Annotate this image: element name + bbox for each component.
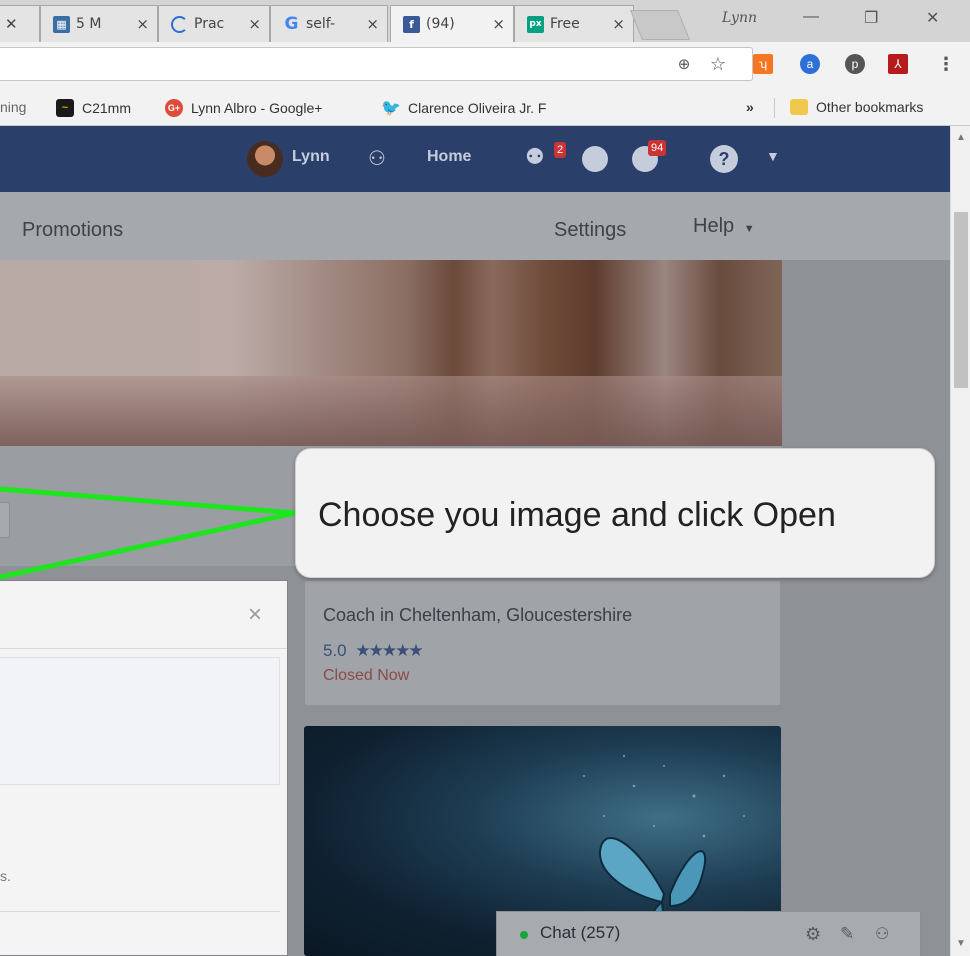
acrobat-icon[interactable]: ⅄ — [888, 54, 908, 74]
page-button-partial[interactable] — [0, 502, 10, 538]
restore-icon[interactable]: ❐ — [864, 8, 878, 28]
scroll-thumb[interactable] — [954, 212, 968, 388]
rating-stars-icon: ★★★★★ — [355, 641, 423, 660]
google-plus-icon: G+ — [165, 99, 183, 117]
page-rating[interactable]: 5.0 ★★★★★ — [323, 641, 424, 661]
facebook-top-bar: Lynn ⚇ Home ⚉ 2 94 ? ▼ — [0, 126, 950, 192]
help-label: Help — [693, 215, 735, 237]
help-menu[interactable]: Help ▼ — [693, 215, 755, 238]
zoom-icon[interactable]: ⊕ — [674, 54, 694, 74]
page-admin-nav: Promotions Settings Help ▼ — [0, 192, 950, 260]
scroll-up-icon[interactable]: ▲ — [956, 132, 966, 143]
settings-link[interactable]: Settings — [554, 219, 626, 242]
bookmark-item[interactable]: ning — [0, 99, 26, 115]
page-scrollbar[interactable]: ▲ ▼ — [950, 126, 970, 956]
tab-close-icon[interactable]: × — [492, 15, 505, 33]
friend-requests-icon[interactable]: ⚉ — [525, 144, 545, 170]
tab-close-icon[interactable]: × — [136, 15, 149, 33]
tab-close-icon[interactable]: × — [248, 15, 261, 33]
find-friends-icon[interactable]: ⚇ — [368, 146, 398, 170]
online-status-icon — [520, 931, 528, 939]
menu-icon[interactable]: ⋮ — [936, 54, 956, 74]
tab-label: Free — [550, 16, 580, 32]
promotions-link[interactable]: Promotions — [22, 219, 123, 242]
tab-partial[interactable]: ✕ — [0, 5, 40, 42]
tab-facebook[interactable]: f (94) × — [390, 5, 514, 42]
tab-label: Prac — [194, 16, 225, 32]
chevron-down-icon: ▼ — [743, 223, 755, 235]
close-icon[interactable]: ✕ — [926, 8, 939, 28]
other-bookmarks-folder[interactable]: Other bookmarks — [790, 99, 923, 115]
bookmark-label: Clarence Oliveira Jr. F — [408, 100, 547, 116]
notifications-badge: 94 — [648, 140, 667, 156]
address-bar[interactable]: ⊕ ☆ — [0, 47, 753, 81]
bookmark-label: ning — [0, 99, 27, 115]
avatar[interactable] — [247, 141, 283, 177]
messenger-icon[interactable] — [582, 146, 608, 172]
upload-dialog: × s. — [0, 580, 288, 956]
tab-label: self- — [306, 16, 336, 32]
tab-close-icon[interactable]: × — [366, 15, 379, 33]
hubspot-icon[interactable]: ʮ — [753, 54, 773, 74]
friend-requests-badge: 2 — [554, 142, 567, 158]
minimize-icon[interactable]: — — [803, 8, 819, 26]
dialog-text: s. — [0, 868, 11, 884]
tab-prac[interactable]: Prac × — [158, 5, 270, 42]
tab-self[interactable]: G self- × — [270, 5, 388, 42]
page-category: Coach in Cheltenham, Gloucestershire — [323, 605, 633, 625]
instruction-callout: Choose you image and click Open — [295, 448, 935, 578]
home-link[interactable]: Home — [427, 148, 471, 166]
bookmark-star-icon[interactable]: ☆ — [708, 54, 728, 74]
bookmark-item-twitter[interactable]: 🐦 Clarence Oliveira Jr. F — [381, 99, 547, 117]
other-bookmarks-label: Other bookmarks — [816, 99, 924, 115]
tab-loading-icon — [171, 15, 188, 33]
bookmark-label: Lynn Albro - Google+ — [191, 100, 323, 116]
tab-5m[interactable]: ▦ 5 M × — [40, 5, 158, 42]
bookmark-label: C21mm — [82, 100, 132, 116]
cover-photo-floor — [0, 376, 782, 446]
bookmarks-bar: ning ~ C21mm G+ Lynn Albro - Google+ 🐦 C… — [0, 90, 970, 126]
pinterest-icon[interactable]: p — [845, 54, 865, 74]
c21-icon: ~ — [56, 99, 74, 117]
twitter-icon: 🐦 — [381, 100, 401, 117]
dialog-header: × — [0, 581, 287, 649]
profile-name[interactable]: Lynn — [722, 10, 757, 26]
compose-icon[interactable]: ✎ — [840, 924, 854, 944]
tab-label: (94) — [426, 16, 455, 32]
folder-icon — [790, 99, 808, 115]
gear-icon[interactable]: ⚙ — [805, 924, 821, 945]
dialog-upload-panel[interactable] — [0, 657, 280, 785]
bookmarks-overflow-button[interactable]: » — [746, 99, 754, 115]
tab-video-icon: ▦ — [53, 15, 70, 33]
facebook-icon: f — [403, 15, 420, 33]
bookmark-item-c21mm[interactable]: ~ C21mm — [56, 99, 131, 117]
dialog-close-icon[interactable]: × — [248, 601, 262, 629]
scroll-down-icon[interactable]: ▼ — [956, 938, 966, 949]
callout-text: Choose you image and click Open — [318, 496, 836, 534]
profile-link[interactable]: Lynn — [292, 148, 330, 166]
pexels-icon: px — [527, 15, 544, 33]
new-tab-button[interactable] — [629, 10, 691, 40]
group-chat-icon[interactable]: ⚇ — [875, 924, 889, 944]
browser-toolbar: ⊕ ☆ ʮ a p ⅄ ⋮ — [0, 42, 970, 90]
chat-bar[interactable]: Chat (257) ⚙ ✎ ⚇ — [496, 911, 921, 956]
extension-a-icon[interactable]: a — [800, 54, 820, 74]
open-status: Closed Now — [323, 667, 410, 684]
chat-label: Chat (257) — [540, 923, 621, 942]
bookmark-item-google-plus[interactable]: G+ Lynn Albro - Google+ — [165, 99, 322, 117]
bookmarks-divider — [774, 98, 775, 118]
tab-close-icon[interactable]: × — [612, 15, 625, 33]
chevron-down-icon[interactable]: ▼ — [766, 148, 780, 164]
cover-photo[interactable] — [0, 260, 782, 446]
tab-label: 5 M — [76, 16, 102, 32]
browser-tab-strip: ✕ ▦ 5 M × Prac × G self- × f (94) × px F… — [0, 0, 970, 42]
help-question-icon[interactable]: ? — [710, 145, 738, 173]
rating-value: 5.0 — [323, 641, 347, 660]
page-info-card: Coach in Cheltenham, Gloucestershire 5.0… — [304, 580, 781, 706]
tab-close-icon[interactable]: ✕ — [5, 15, 18, 33]
tab-free[interactable]: px Free × — [514, 5, 634, 42]
dialog-divider — [0, 911, 280, 912]
google-icon: G — [284, 14, 299, 34]
